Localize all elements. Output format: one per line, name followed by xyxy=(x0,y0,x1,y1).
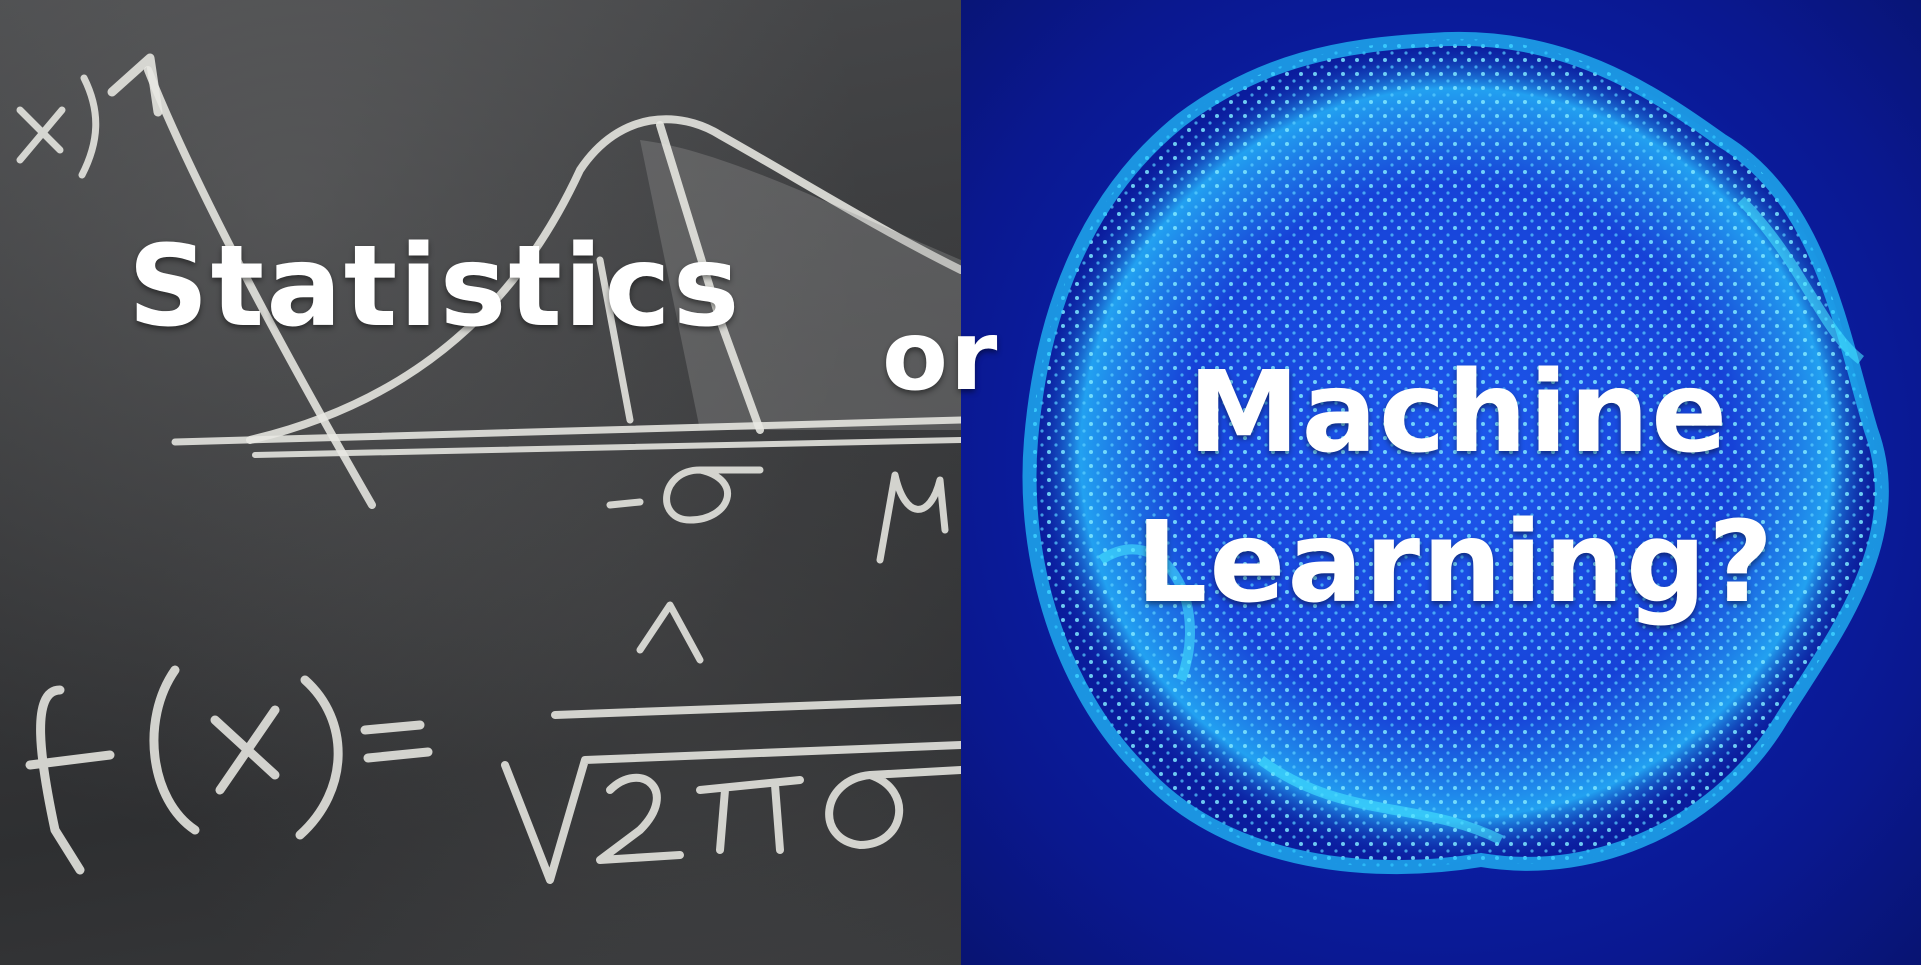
left-paren xyxy=(149,665,200,835)
x-letter xyxy=(210,705,280,795)
chalkboard-panel xyxy=(0,0,961,965)
x-axis-line-2 xyxy=(252,437,961,458)
digit-two xyxy=(596,773,684,864)
right-paren xyxy=(295,675,343,840)
particle-sphere xyxy=(1022,31,1889,875)
chalk-drawing xyxy=(16,53,961,884)
fraction-bar xyxy=(551,696,961,719)
fx-fragment xyxy=(16,74,100,179)
machine-heading: Machine xyxy=(1188,348,1730,478)
minus-sigma-label xyxy=(606,466,764,524)
pi-symbol xyxy=(696,776,804,854)
radical-sign xyxy=(501,741,961,884)
hat-symbol xyxy=(636,601,704,664)
sigma-symbol xyxy=(825,766,961,849)
particle-sphere-panel xyxy=(961,0,1921,965)
equals-sign xyxy=(360,720,433,763)
banner-image: Statistics or Machine Learning? xyxy=(0,0,1921,965)
or-connector: or xyxy=(882,300,1000,412)
statistics-heading: Statistics xyxy=(128,222,742,352)
mu-label xyxy=(876,471,949,564)
learning-heading: Learning? xyxy=(1136,498,1776,628)
f-letter xyxy=(25,685,115,875)
